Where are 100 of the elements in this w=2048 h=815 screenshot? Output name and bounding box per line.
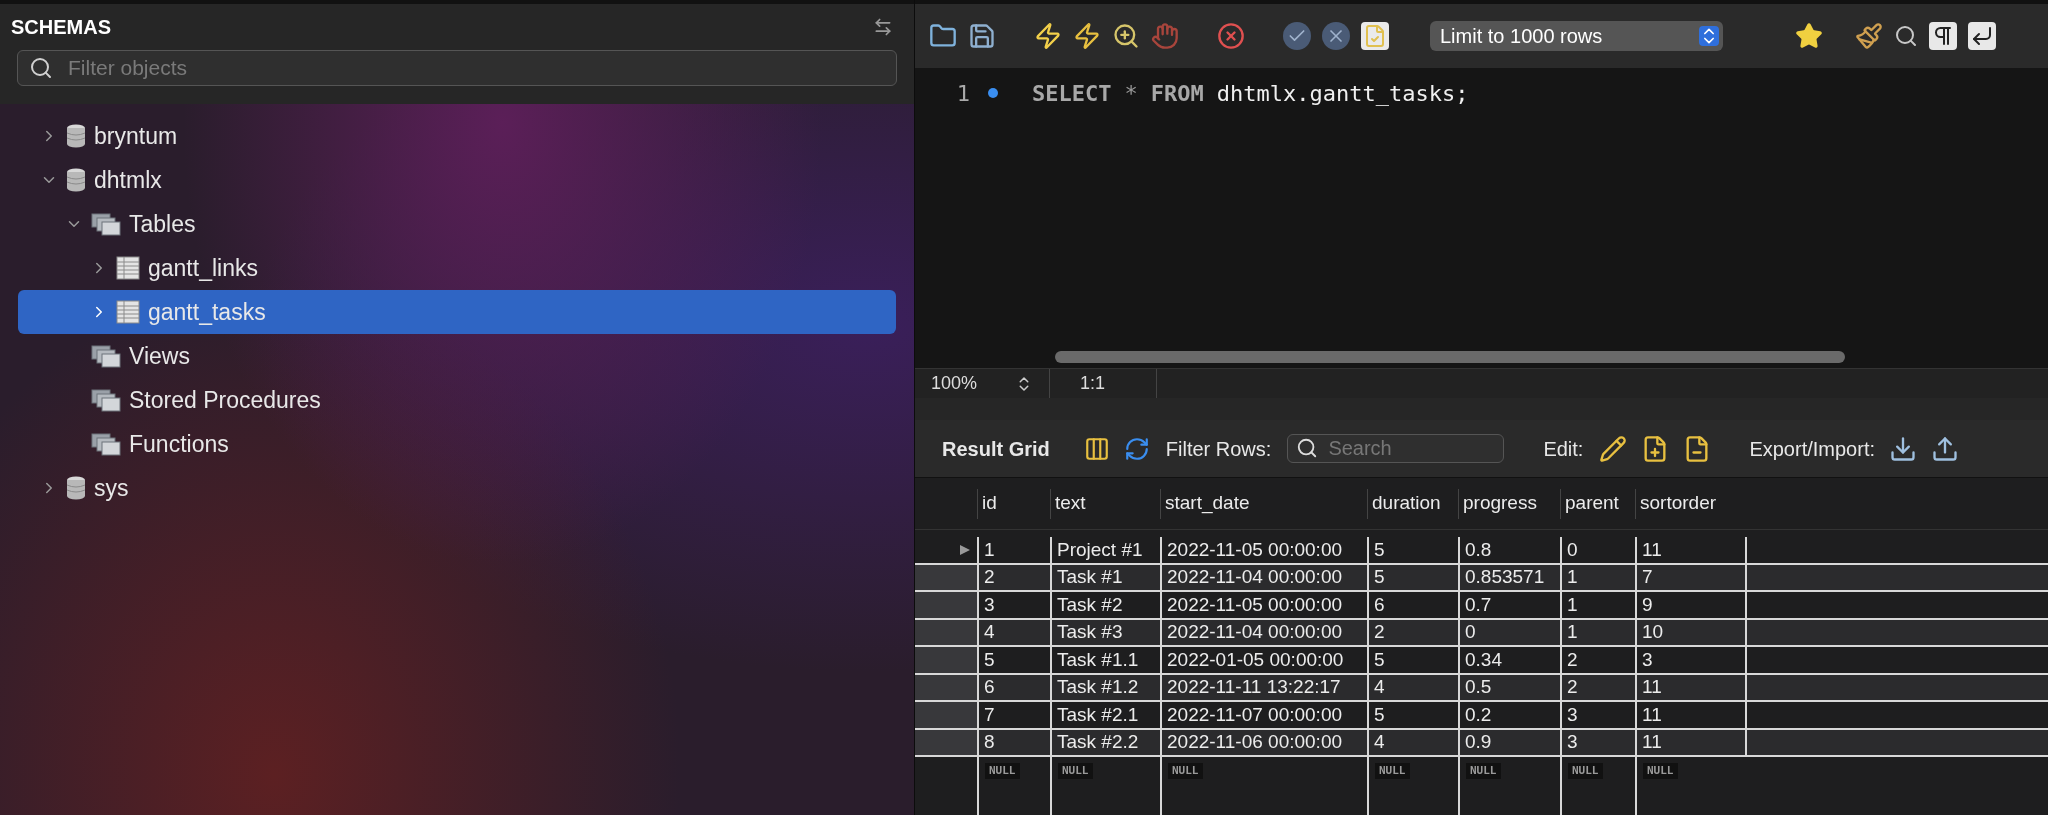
- table-cell: Task #1.2: [1050, 674, 1160, 700]
- column-header[interactable]: duration: [1367, 488, 1458, 519]
- column-header[interactable]: start_date: [1160, 488, 1367, 519]
- row-header[interactable]: [915, 729, 977, 755]
- column-header[interactable]: id: [977, 488, 1050, 519]
- tree-item[interactable]: Views: [18, 334, 896, 378]
- column-header[interactable]: text: [1050, 488, 1160, 519]
- column-header[interactable]: sortorder: [1635, 488, 1745, 519]
- tree-item[interactable]: sys: [18, 466, 896, 510]
- table-cell: 0.5: [1458, 674, 1560, 700]
- edit-pencil-icon[interactable]: [1599, 434, 1628, 463]
- null-badge: NULL: [1643, 762, 1678, 780]
- null-badge: NULL: [1058, 762, 1093, 780]
- stepper-icon: [1699, 26, 1719, 46]
- panel-title: Result Grid: [942, 436, 1050, 462]
- filter-label: Filter Rows:: [1165, 436, 1272, 462]
- folder-stack-icon: [91, 432, 121, 456]
- null-badge: NULL: [1568, 762, 1603, 780]
- table-cell: 5: [1367, 702, 1458, 728]
- panel-title: SCHEMAS: [11, 15, 111, 40]
- lightning-icon[interactable]: [1034, 22, 1062, 50]
- row-header[interactable]: [915, 564, 977, 590]
- table-cell: 2: [1367, 619, 1458, 645]
- columns-icon[interactable]: [1083, 435, 1110, 462]
- table-cell: 2022-11-05 00:00:00: [1160, 592, 1367, 618]
- table-cell: Task #1.1: [1050, 647, 1160, 673]
- tree-label: dhtmlx: [94, 165, 162, 195]
- null-badge: NULL: [1375, 762, 1410, 780]
- table-cell: 3: [1635, 647, 1745, 673]
- table-icon: [116, 256, 140, 280]
- tree-label: gantt_tasks: [148, 297, 266, 327]
- tree-label: Views: [129, 341, 190, 371]
- code-line: SELECT * FROM dhtmlx.gantt_tasks;: [1032, 79, 1469, 108]
- folder-stack-icon: [91, 344, 121, 368]
- search-icon: [29, 56, 53, 80]
- database-icon: [66, 476, 86, 500]
- table-cell: 2: [977, 564, 1050, 590]
- tree-item[interactable]: gantt_links: [18, 246, 896, 290]
- column-header[interactable]: parent: [1560, 488, 1635, 519]
- table-cell: Task #3: [1050, 619, 1160, 645]
- table-cell: Task #1: [1050, 564, 1160, 590]
- tree-item[interactable]: Tables: [18, 202, 896, 246]
- table-cell: 6: [977, 674, 1050, 700]
- code-editor[interactable]: 1 SELECT * FROM dhtmlx.gantt_tasks;: [915, 68, 2048, 345]
- save-icon[interactable]: [968, 22, 996, 50]
- check-icon[interactable]: [1283, 22, 1311, 50]
- table-cell: 4: [1367, 729, 1458, 755]
- tree-item[interactable]: gantt_tasks: [18, 290, 896, 334]
- export-icon[interactable]: [1889, 434, 1917, 463]
- horizontal-scrollbar[interactable]: [1055, 350, 1845, 363]
- database-icon: [66, 168, 86, 192]
- table-cell: Task #2: [1050, 592, 1160, 618]
- table-cell: 0: [1458, 619, 1560, 645]
- table-cell: 1: [1560, 619, 1635, 645]
- table-cell: 5: [1367, 537, 1458, 563]
- table-cell: 4: [1367, 674, 1458, 700]
- table-cell: 1: [1560, 564, 1635, 590]
- tree-item[interactable]: Stored Procedures: [18, 378, 896, 422]
- table-cell: 5: [1367, 564, 1458, 590]
- statement-marker-icon: [988, 88, 998, 98]
- filter-field[interactable]: Filter objects: [17, 50, 897, 86]
- table-cell: 11: [1635, 674, 1745, 700]
- folder-stack-icon: [91, 212, 121, 236]
- pilcrow-icon[interactable]: [1929, 22, 1957, 50]
- tree-item[interactable]: Functions: [18, 422, 896, 466]
- table-cell: 5: [1367, 647, 1458, 673]
- tree-label: sys: [94, 473, 129, 503]
- table-cell: 11: [1635, 729, 1745, 755]
- table-cell: 10: [1635, 619, 1745, 645]
- broom-icon[interactable]: [1855, 22, 1883, 50]
- folder-icon[interactable]: [929, 22, 957, 50]
- column-header[interactable]: progress: [1458, 488, 1560, 519]
- table-cell: 3: [977, 592, 1050, 618]
- table-cell: 2022-11-11 13:22:17: [1160, 674, 1367, 700]
- null-badge: NULL: [1466, 762, 1501, 780]
- table-cell: 2022-11-05 00:00:00: [1160, 537, 1367, 563]
- cross-icon[interactable]: [1322, 22, 1350, 50]
- folder-stack-icon: [91, 388, 121, 412]
- magnifier-icon[interactable]: [1112, 22, 1140, 50]
- table-cell: 0.8: [1458, 537, 1560, 563]
- row-header[interactable]: [915, 674, 977, 700]
- current-row-triangle-icon: [959, 543, 971, 556]
- table-cell: 0.853571: [1458, 564, 1560, 590]
- row-header[interactable]: [915, 619, 977, 645]
- import-icon[interactable]: [1931, 434, 1959, 463]
- tree-item[interactable]: bryntum: [18, 114, 896, 158]
- table-cell: 1: [977, 537, 1050, 563]
- search-icon: [1296, 437, 1319, 459]
- search-icon[interactable]: [1894, 24, 1918, 48]
- table-cell: 2: [1560, 674, 1635, 700]
- limit-dropdown[interactable]: Limit to 1000 rows: [1430, 21, 1723, 51]
- table-cell: 2: [1560, 647, 1635, 673]
- tree-item[interactable]: dhtmlx: [18, 158, 896, 202]
- table-cell: 0.2: [1458, 702, 1560, 728]
- tree-label: bryntum: [94, 121, 178, 151]
- table-cell: 2022-11-04 00:00:00: [1160, 564, 1367, 590]
- search-field[interactable]: Search: [1287, 434, 1505, 463]
- table-cell: 11: [1635, 537, 1745, 563]
- table-cell: 0.34: [1458, 647, 1560, 673]
- stop-hand-icon[interactable]: [1151, 22, 1179, 50]
